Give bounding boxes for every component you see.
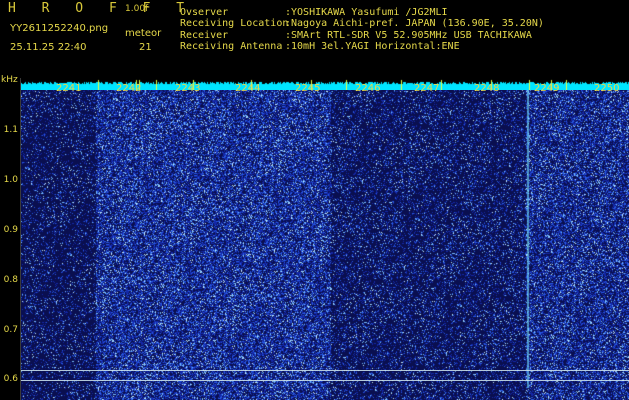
x-tick-label: 2241 xyxy=(56,83,82,94)
y-tick-label: 1.0 xyxy=(3,175,18,185)
x-tick-label: 2246 xyxy=(355,83,381,94)
receiver-value: :SMArt RTL-SDR V5 52.905MHz USB TACHIKAW… xyxy=(285,30,532,41)
x-tick-label: 2242 xyxy=(116,83,142,94)
app-version: 1.00f xyxy=(125,4,149,14)
y-tick-label: 0.9 xyxy=(3,225,18,235)
antenna-label: Receiving Antenna xyxy=(180,41,283,52)
reference-line xyxy=(21,380,629,381)
waterfall-noise xyxy=(21,78,629,400)
x-tick-label: 2248 xyxy=(474,83,500,94)
location-value: :Nagoya Aichi-pref. JAPAN (136.90E, 35.2… xyxy=(285,18,544,29)
hrofft-window: H R O F F T 1.00f YY2611252240.png meteo… xyxy=(0,0,629,400)
meteor-count: 21 xyxy=(139,42,152,53)
unit-label: kHz xyxy=(1,75,18,85)
x-tick-label: 2249 xyxy=(534,83,560,94)
x-tick-label: 2243 xyxy=(175,83,201,94)
meteor-label: meteor xyxy=(125,28,162,39)
observer-value: :YOSHIKAWA Yasufumi /JG2MLI xyxy=(285,7,448,18)
receiver-label: Receiver xyxy=(180,30,229,41)
observer-label: Ovserver xyxy=(180,7,229,18)
capture-datetime: 25.11.25 22:40 xyxy=(10,42,87,53)
app-title: H R O F F T xyxy=(8,1,194,16)
x-tick-label: 2247 xyxy=(414,83,440,94)
y-tick-label: 1.1 xyxy=(3,125,18,135)
y-tick-label: 0.8 xyxy=(3,275,18,285)
y-tick-label: 0.6 xyxy=(3,374,18,384)
waterfall-display xyxy=(21,78,629,400)
reference-line xyxy=(21,370,629,371)
file-name: YY2611252240.png xyxy=(10,23,109,34)
x-tick-label: 2244 xyxy=(235,83,261,94)
x-tick-label: 2250 xyxy=(594,83,620,94)
x-tick-label: 2245 xyxy=(295,83,321,94)
antenna-value: :10mH 3el.YAGI Horizontal:ENE xyxy=(285,41,460,52)
y-tick-label: 0.7 xyxy=(3,325,18,335)
location-label: Receiving Location xyxy=(180,18,289,29)
